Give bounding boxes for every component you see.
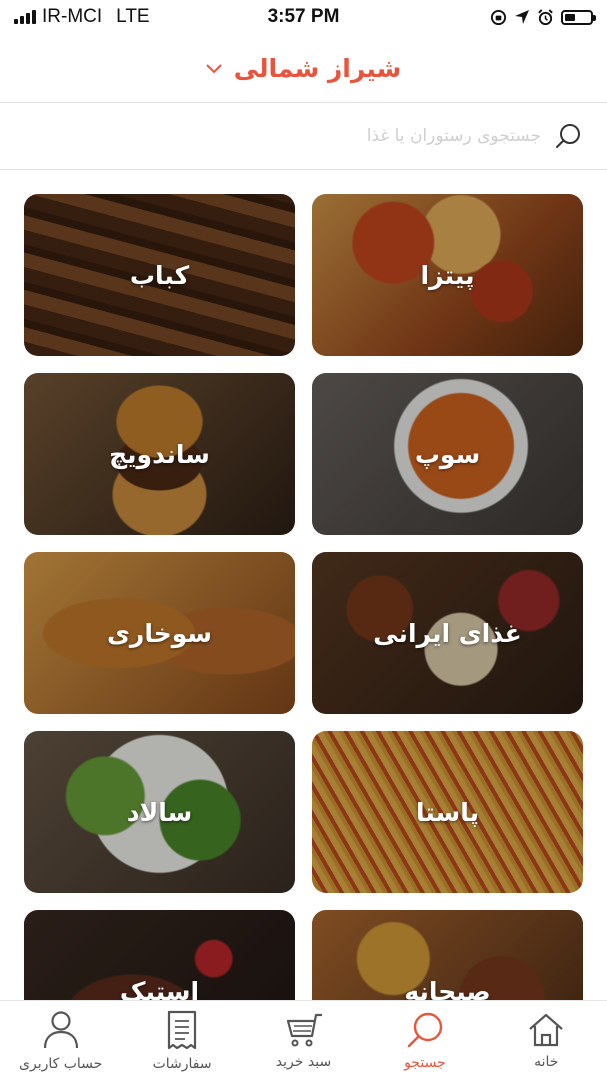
category-label: پاستا <box>416 797 479 827</box>
signal-icon <box>14 10 36 24</box>
bottom-tab-bar: خانه جستجو سبد خرید سفارشات حساب کاربری <box>0 1000 607 1080</box>
network-label: LTE <box>116 6 150 27</box>
carrier-label: IR-MCI <box>42 6 103 27</box>
category-label: استیک <box>119 976 200 1001</box>
category-card-salad[interactable]: سالاد <box>24 731 295 893</box>
status-left: IR-MCI LTE <box>14 6 150 28</box>
tab-search[interactable]: جستجو <box>364 1001 485 1080</box>
category-card-soup[interactable]: سوپ <box>312 373 583 535</box>
category-label: سالاد <box>126 797 193 827</box>
tab-cart[interactable]: سبد خرید <box>243 1001 364 1080</box>
category-card-pizza[interactable]: پیتزا <box>312 194 583 356</box>
cart-icon <box>287 1013 323 1046</box>
city-selector[interactable]: شیراز شمالی <box>234 54 401 83</box>
receipt-icon <box>167 1010 197 1049</box>
tab-label: حساب کاربری <box>19 1055 103 1072</box>
category-card-steak[interactable]: استیک <box>24 910 295 1000</box>
category-label: ساندویچ <box>109 439 210 469</box>
search-input[interactable] <box>101 126 541 146</box>
chevron-down-icon[interactable] <box>206 58 222 79</box>
category-label: سوخاری <box>107 618 212 648</box>
tab-account[interactable]: حساب کاربری <box>0 1001 121 1080</box>
tab-label: خانه <box>534 1053 559 1070</box>
status-right <box>490 8 596 26</box>
tab-label: جستجو <box>404 1054 446 1071</box>
search-icon <box>407 1012 443 1047</box>
search-icon[interactable] <box>555 122 583 150</box>
battery-icon <box>561 9 596 25</box>
category-card-pasta[interactable]: پاستا <box>312 731 583 893</box>
home-icon <box>529 1013 564 1046</box>
tab-label: سبد خرید <box>275 1053 332 1070</box>
category-label: کباب <box>129 260 190 290</box>
category-card-breakfast[interactable]: صبحانه <box>312 910 583 1000</box>
category-card-iranian-food[interactable]: غذای ایرانی <box>312 552 583 714</box>
location-icon <box>515 10 529 24</box>
category-label: پیتزا <box>420 260 475 290</box>
user-icon <box>43 1010 78 1048</box>
category-grid: پیتزا کباب سوپ ساندویچ غذای ایرانی سوخار… <box>24 194 583 1000</box>
tab-home[interactable]: خانه <box>486 1001 607 1080</box>
tab-orders[interactable]: سفارشات <box>121 1001 242 1080</box>
category-label: صبحانه <box>404 976 491 1001</box>
category-label: غذای ایرانی <box>373 618 522 648</box>
tab-label: سفارشات <box>152 1055 212 1072</box>
category-label: سوپ <box>414 439 481 469</box>
search-bar[interactable] <box>0 102 607 170</box>
orientation-lock-icon <box>490 9 507 25</box>
alarm-icon <box>538 8 553 25</box>
category-card-sandwich[interactable]: ساندویچ <box>24 373 295 535</box>
category-card-fried-chicken[interactable]: سوخاری <box>24 552 295 714</box>
status-bar: IR-MCI LTE 3:57 PM <box>0 0 607 34</box>
header: شیراز شمالی <box>0 34 607 102</box>
category-card-kebab[interactable]: کباب <box>24 194 295 356</box>
